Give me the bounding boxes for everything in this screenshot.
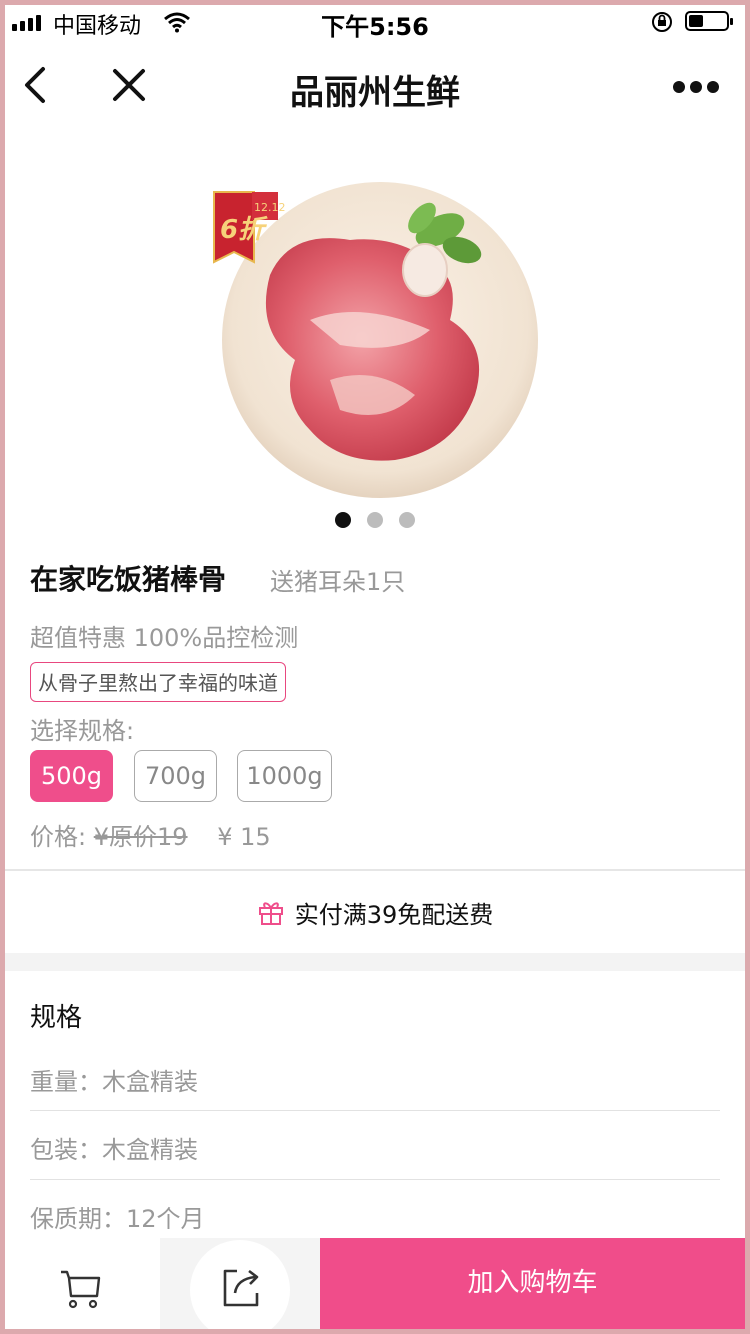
carousel-dot-1[interactable]	[335, 512, 351, 528]
spec-weight: 重量：木盒精装	[30, 1068, 198, 1096]
carousel-dot-3[interactable]	[399, 512, 415, 528]
spec-package: 包装：木盒精装	[30, 1136, 198, 1164]
carousel-indicator	[5, 512, 745, 528]
status-time: 下午5:56	[321, 13, 429, 41]
carousel-dot-2[interactable]	[367, 512, 383, 528]
spec-option-1000g[interactable]: 1000g	[237, 750, 332, 802]
spec-shelf-life: 保质期：12个月	[30, 1205, 205, 1233]
cart-button[interactable]	[5, 1238, 160, 1329]
divider	[30, 1110, 720, 1111]
navigation-bar: 品丽州生鲜	[5, 39, 745, 131]
cart-icon	[61, 1270, 101, 1309]
product-gift: 送猪耳朵1只	[270, 568, 406, 596]
shipping-text: 实付满39免配送费	[294, 900, 494, 929]
divider	[30, 1179, 720, 1180]
phone-screen: 中国移动 下午5:56 品丽州生鲜 6折 12.12 在家吃饭猪棒骨 送猪耳朵1…	[5, 5, 745, 1329]
spec-option-700g[interactable]: 700g	[134, 750, 217, 802]
share-button[interactable]	[160, 1238, 320, 1329]
current-price: ¥ 15	[217, 823, 271, 851]
gift-icon	[258, 902, 283, 925]
discount-badge: 6折	[220, 215, 268, 245]
discount-tag: 12.12	[254, 201, 286, 214]
product-slogan-tag: 从骨子里熬出了幸福的味道	[30, 662, 286, 702]
more-options-icon[interactable]	[673, 75, 725, 99]
page-title: 品丽州生鲜	[290, 73, 460, 113]
battery-icon	[685, 11, 733, 31]
product-promo: 超值特惠 100%品控检测	[30, 624, 299, 652]
spec-section-title: 规格	[30, 1003, 83, 1033]
shipping-notice: 实付满39免配送费	[5, 871, 745, 953]
price-label: 价格:	[30, 823, 87, 851]
product-title: 在家吃饭猪棒骨	[30, 563, 227, 596]
spec-option-500g[interactable]: 500g	[30, 750, 113, 802]
price-row: 价格: ¥原价19 ¥ 15	[30, 817, 271, 852]
share-icon	[223, 1269, 259, 1307]
status-bar: 中国移动 下午5:56	[5, 5, 745, 41]
original-price: ¥原价19	[93, 823, 188, 851]
add-to-cart-button[interactable]: 加入购物车	[320, 1238, 745, 1329]
bottom-action-bar: 加入购物车	[5, 1238, 745, 1329]
orientation-lock-icon	[652, 12, 672, 32]
product-image[interactable]: 6折 12.12	[200, 170, 550, 510]
spec-select-label: 选择规格:	[30, 717, 135, 745]
section-gap	[5, 953, 745, 971]
